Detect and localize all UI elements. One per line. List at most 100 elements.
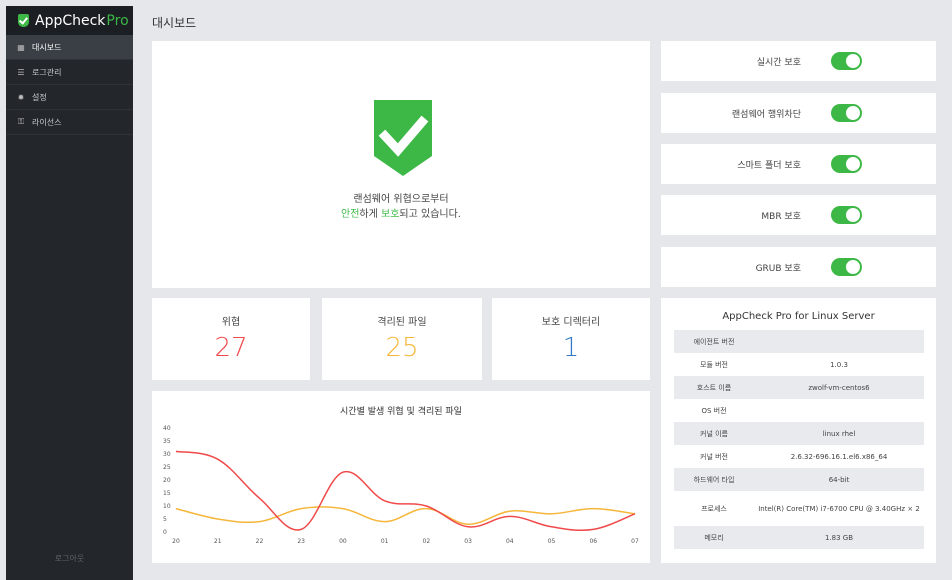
info-row-processor: 프로세스 Intel(R) Core(TM) i7-6700 CPU @ 3.40… <box>674 491 924 526</box>
info-value: 2.6.32-696.16.1.el6.x86_64 <box>790 452 888 461</box>
info-row-memory: 메모리 1.83 GB <box>674 526 924 549</box>
threats-stat-card[interactable]: 위협 27 <box>152 298 310 380</box>
page-title: 대시보드 <box>152 16 197 30</box>
x-tick-label: 04 <box>506 538 514 545</box>
info-key: 커널 이름 <box>700 429 728 438</box>
threat-chart-card: 시간별 발생 위협 및 격리된 파일 0 5 10 15 20 25 30 35 40 20 21 2… <box>152 391 650 563</box>
x-tick-label: 23 <box>297 538 305 545</box>
y-tick-label: 25 <box>163 464 171 471</box>
grid-icon: ▦ <box>17 42 25 52</box>
system-info-card: AppCheck Pro for Linux Server 에이전트 버전 모듈… <box>661 298 936 563</box>
app-name: AppCheck <box>35 12 106 29</box>
status-protected: 보호 <box>381 209 400 220</box>
info-table: 에이전트 버전 모듈 버전 1.0.3 호스트 이름 zwolf-vm-centos… <box>674 330 924 549</box>
status-end: 되고 있습니다. <box>399 209 461 220</box>
y-tick-label: 30 <box>163 451 171 458</box>
info-key: 하드웨어 타입 <box>693 475 735 484</box>
logout-link[interactable]: 로그아웃 <box>6 553 133 564</box>
realtime-protection-toggle[interactable] <box>831 52 862 70</box>
sidebar-item-label: 라이선스 <box>32 117 62 127</box>
info-row-kernel-version: 커널 버전 2.6.32-696.16.1.el6.x86_64 <box>674 445 924 468</box>
toggle-label: 스마트 폴더 보호 <box>737 160 801 171</box>
info-row-kernel-name: 커널 이름 linux rhel <box>674 422 924 445</box>
y-tick-label: 5 <box>163 516 167 523</box>
series-line-0 <box>175 450 636 532</box>
status-line-2: 안전하게 보호되고 있습니다. <box>152 207 650 222</box>
key-icon: ⚿ <box>17 117 25 126</box>
y-tick-label: 0 <box>163 529 167 536</box>
smart-folder-toggle[interactable] <box>831 155 862 173</box>
info-row-hardware-type: 하드웨어 타입 64-bit <box>674 468 924 491</box>
info-key: 커널 버전 <box>700 452 728 461</box>
protected-dir-stat-card[interactable]: 보호 디렉터리 1 <box>492 298 650 380</box>
threats-count: 27 <box>214 333 248 363</box>
info-key: 모듈 버전 <box>700 360 728 369</box>
gear-icon: ✹ <box>17 92 25 102</box>
x-tick-label: 03 <box>464 538 472 545</box>
protection-status-card: 랜섬웨어 위협으로부터 안전하게 보호되고 있습니다. <box>152 41 650 288</box>
toggle-label: GRUB 보호 <box>755 263 801 274</box>
sidebar-item-label: 로그관리 <box>32 67 62 77</box>
info-value: Intel(R) Core(TM) i7-6700 CPU @ 3.40GHz … <box>758 504 920 513</box>
status-safe: 안전 <box>341 209 360 220</box>
info-key: 에이전트 버전 <box>693 337 735 346</box>
stat-label: 위협 <box>221 317 241 328</box>
app-logo[interactable]: AppCheck Pro <box>6 6 133 35</box>
info-row-os-version: OS 버전 <box>674 399 924 422</box>
sidebar-item-logs[interactable]: ☰ 로그관리 <box>6 60 133 85</box>
toggle-mbr-card: MBR 보호 <box>661 195 936 235</box>
sidebar-item-label: 설정 <box>32 92 47 102</box>
info-value: 64-bit <box>828 475 850 484</box>
y-tick-label: 10 <box>163 503 171 510</box>
y-tick-label: 40 <box>163 425 171 432</box>
x-tick-label: 22 <box>256 538 264 545</box>
stat-label: 보호 디렉터리 <box>541 317 601 328</box>
status-message: 랜섬웨어 위협으로부터 안전하게 보호되고 있습니다. <box>152 192 650 222</box>
info-value: 1.83 GB <box>824 533 854 542</box>
info-key: OS 버전 <box>701 406 727 415</box>
sidebar-item-dashboard[interactable]: ▦ 대시보드 <box>6 35 133 60</box>
sidebar-item-settings[interactable]: ✹ 설정 <box>6 85 133 110</box>
status-line-1: 랜섬웨어 위협으로부터 <box>353 194 449 205</box>
grub-protection-toggle[interactable] <box>831 258 862 276</box>
x-tick-label: 02 <box>423 538 431 545</box>
series-line-1 <box>175 506 636 525</box>
threat-line-chart: 051015202530354020 21 22 23 00 01 02 03 04 05 06 07 <box>163 425 639 545</box>
x-tick-label: 01 <box>381 538 389 545</box>
y-tick-label: 35 <box>163 438 171 445</box>
toggle-label: 랜섬웨어 행위차단 <box>731 109 801 120</box>
toggle-label: MBR 보호 <box>761 211 801 222</box>
x-tick-label: 00 <box>339 538 347 545</box>
x-tick-label: 20 <box>172 538 180 545</box>
mbr-protection-toggle[interactable] <box>831 206 862 224</box>
toggle-realtime-card: 실시간 보호 <box>661 41 936 81</box>
ransomware-block-toggle[interactable] <box>831 104 862 122</box>
app-name-pro: Pro <box>106 12 129 29</box>
sidebar: AppCheck Pro ▦ 대시보드 ☰ 로그관리 ✹ 설정 ⚿ 라이선스 로그… <box>6 6 133 580</box>
info-title: AppCheck Pro for Linux Server <box>722 311 875 322</box>
y-tick-label: 15 <box>163 490 171 497</box>
x-tick-label: 06 <box>589 538 597 545</box>
info-row-module-version: 모듈 버전 1.0.3 <box>674 353 924 376</box>
toggle-grub-card: GRUB 보호 <box>661 247 936 287</box>
list-icon: ☰ <box>17 67 25 77</box>
toggle-label: 실시간 보호 <box>756 57 801 68</box>
info-key: 호스트 이름 <box>696 383 732 392</box>
x-tick-label: 07 <box>631 538 639 545</box>
quarantined-count: 25 <box>385 333 419 363</box>
stat-label: 격리된 파일 <box>377 317 427 328</box>
x-tick-label: 21 <box>214 538 222 545</box>
shield-check-icon <box>374 100 432 176</box>
info-key: 프로세스 <box>701 504 727 513</box>
y-tick-label: 20 <box>163 477 171 484</box>
info-value: 1.0.3 <box>830 360 848 369</box>
protected-dir-count: 1 <box>562 333 580 363</box>
info-row-hostname: 호스트 이름 zwolf-vm-centos6 <box>674 376 924 399</box>
toggle-smart-folder-card: 스마트 폴더 보호 <box>661 144 936 184</box>
sidebar-item-license[interactable]: ⚿ 라이선스 <box>6 110 133 135</box>
quarantine-stat-card[interactable]: 격리된 파일 25 <box>322 298 482 380</box>
x-tick-label: 05 <box>548 538 556 545</box>
info-key: 메모리 <box>704 533 724 542</box>
shield-check-icon <box>18 14 29 27</box>
status-mid: 하게 <box>359 209 382 220</box>
